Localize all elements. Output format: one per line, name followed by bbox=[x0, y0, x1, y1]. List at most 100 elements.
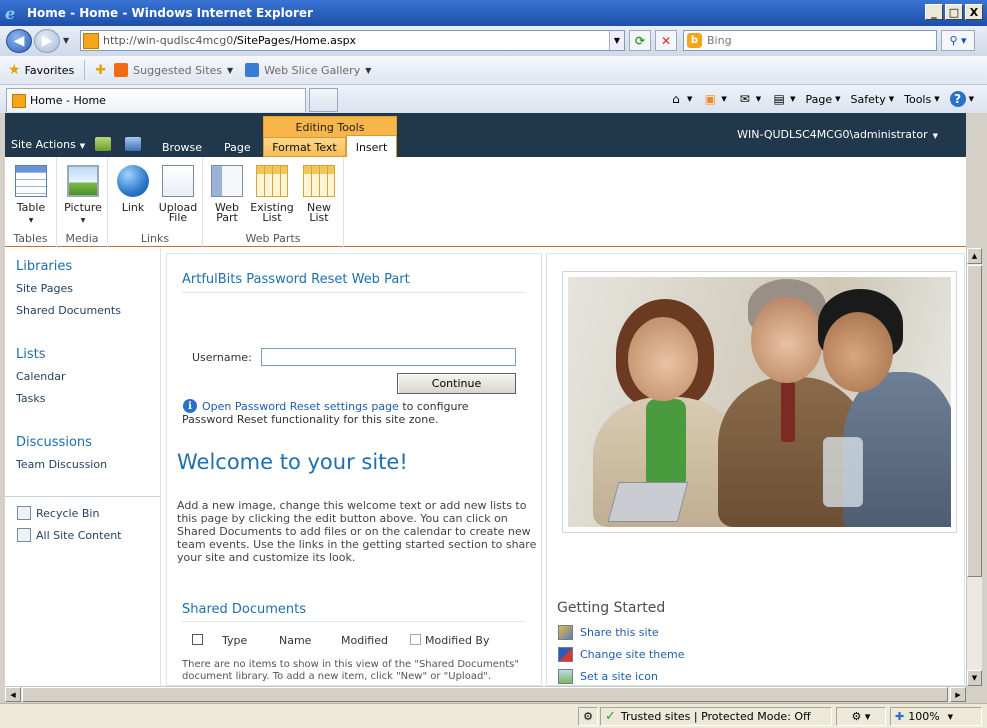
tab-page[interactable]: Page bbox=[224, 137, 251, 157]
web-part-icon bbox=[211, 165, 243, 197]
home-button[interactable]: ⌂ ▼ bbox=[665, 90, 695, 108]
scroll-right-button[interactable]: ▶ bbox=[950, 687, 966, 702]
zoom-level: 100% bbox=[908, 710, 940, 723]
vertical-scroll-thumb[interactable] bbox=[967, 265, 982, 577]
sharepoint-ribbon-header: Site Actions ▼ Browse Page Editing Tools … bbox=[5, 113, 966, 158]
add-favorite-icon[interactable]: ✚ bbox=[95, 63, 106, 78]
tools-menu[interactable]: Tools ▼ bbox=[901, 90, 943, 108]
change-theme-link[interactable]: Change site theme bbox=[580, 648, 685, 661]
browser-tab-home[interactable]: Home - Home bbox=[6, 88, 306, 112]
ql-all-site-content[interactable]: All Site Content bbox=[36, 529, 122, 542]
ql-site-pages[interactable]: Site Pages bbox=[16, 282, 73, 295]
minimize-button[interactable]: _ bbox=[925, 4, 943, 20]
back-button[interactable]: ◀ bbox=[6, 29, 32, 53]
web-slice-dropdown[interactable]: ▼ bbox=[365, 66, 371, 75]
favorites-button[interactable]: Favorites bbox=[25, 64, 75, 77]
ql-lists[interactable]: Lists bbox=[16, 347, 46, 362]
suggested-sites-link[interactable]: Suggested Sites bbox=[133, 64, 222, 77]
shared-documents-rule bbox=[182, 621, 525, 622]
upload-file-icon bbox=[162, 165, 194, 197]
user-menu[interactable]: WIN-QUDLSC4MCG0\administrator ▼ bbox=[737, 128, 938, 141]
welcome-heading: Welcome to your site! bbox=[177, 450, 408, 474]
username-field[interactable] bbox=[261, 348, 516, 366]
site-actions-menu[interactable]: Site Actions ▼ bbox=[11, 138, 85, 151]
link-button[interactable]: Link bbox=[116, 165, 150, 213]
password-reset-settings-link[interactable]: Open Password Reset settings page bbox=[202, 400, 399, 413]
web-part-title[interactable]: ArtfulBits Password Reset Web Part bbox=[182, 272, 410, 287]
search-input[interactable]: b Bing bbox=[683, 30, 937, 51]
tab-format-text[interactable]: Format Text bbox=[263, 137, 346, 157]
table-button-label: Table bbox=[16, 201, 46, 214]
ql-team-discussion[interactable]: Team Discussion bbox=[16, 458, 107, 471]
info-text: Open Password Reset settings page to con… bbox=[182, 400, 512, 426]
team-photo bbox=[568, 277, 951, 527]
new-tab-button[interactable] bbox=[309, 88, 338, 112]
maximize-button[interactable]: □ bbox=[945, 4, 963, 20]
scroll-up-button[interactable]: ▲ bbox=[967, 248, 982, 264]
modified-by-checkbox[interactable] bbox=[410, 634, 421, 645]
select-all-checkbox[interactable] bbox=[192, 634, 203, 645]
protected-mode-settings[interactable]: ⚙ ▾ bbox=[836, 707, 886, 726]
zoom-control[interactable]: ✚ 100% ▼ bbox=[890, 707, 982, 726]
horizontal-scroll-thumb[interactable] bbox=[22, 687, 948, 702]
status-bar: ⚙ ✓ Trusted sites | Protected Mode: Off … bbox=[0, 703, 987, 728]
column-modified[interactable]: Modified bbox=[341, 634, 388, 647]
window-title-bar: e Home - Home - Windows Internet Explore… bbox=[0, 0, 987, 26]
search-button[interactable]: ⚲ ▾ bbox=[941, 30, 975, 51]
editing-tools-label: Editing Tools bbox=[263, 116, 397, 137]
recent-pages-dropdown[interactable]: ▼ bbox=[63, 36, 69, 45]
security-zone[interactable]: ✓ Trusted sites | Protected Mode: Off bbox=[600, 707, 832, 726]
ql-tasks[interactable]: Tasks bbox=[16, 392, 45, 405]
shared-documents-title[interactable]: Shared Documents bbox=[182, 602, 306, 617]
refresh-button[interactable]: ⟳ bbox=[629, 30, 651, 51]
address-dropdown-button[interactable]: ▼ bbox=[609, 31, 624, 50]
edit-page-icon[interactable] bbox=[95, 137, 111, 151]
ql-libraries[interactable]: Libraries bbox=[16, 259, 72, 274]
safety-menu[interactable]: Safety ▼ bbox=[848, 90, 898, 108]
picture-button[interactable]: Picture ▼ bbox=[63, 165, 103, 226]
tab-insert[interactable]: Insert bbox=[346, 135, 397, 158]
web-slice-gallery-link[interactable]: Web Slice Gallery bbox=[264, 64, 360, 77]
feeds-button[interactable]: ▣ ▼ bbox=[699, 90, 729, 108]
close-button[interactable]: X bbox=[965, 4, 983, 20]
ql-calendar[interactable]: Calendar bbox=[16, 370, 65, 383]
trusted-check-icon: ✓ bbox=[605, 709, 616, 724]
column-modified-by[interactable]: Modified By bbox=[425, 634, 490, 647]
print-button[interactable]: ▤ ▼ bbox=[768, 90, 798, 108]
help-icon: ? bbox=[949, 91, 966, 107]
ql-separator bbox=[5, 496, 160, 497]
rss-icon: ▣ bbox=[704, 92, 716, 106]
mail-button[interactable]: ✉ ▼ bbox=[734, 90, 764, 108]
address-field[interactable]: http://win-qudlsc4mcg0 /SitePages/Home.a… bbox=[80, 30, 625, 51]
web-part-button[interactable]: Web Part bbox=[210, 165, 244, 223]
column-type[interactable]: Type bbox=[222, 634, 247, 647]
continue-button[interactable]: Continue bbox=[397, 373, 516, 394]
new-list-button[interactable]: New List bbox=[302, 165, 336, 223]
navigate-up-icon[interactable] bbox=[125, 137, 141, 151]
new-list-label-2: List bbox=[309, 211, 329, 224]
horizontal-scrollbar[interactable]: ◀ ▶ bbox=[5, 686, 966, 702]
ql-recycle-bin[interactable]: Recycle Bin bbox=[36, 507, 99, 520]
scroll-down-button[interactable]: ▼ bbox=[967, 670, 982, 686]
security-status-icon[interactable]: ⚙ bbox=[578, 707, 598, 726]
existing-list-button[interactable]: Existing List bbox=[250, 165, 294, 223]
table-button[interactable]: Table ▼ bbox=[14, 165, 48, 226]
tab-browse[interactable]: Browse bbox=[162, 137, 202, 157]
column-name[interactable]: Name bbox=[279, 634, 311, 647]
left-web-part-zone: ArtfulBits Password Reset Web Part Usern… bbox=[166, 253, 542, 686]
vertical-scrollbar[interactable]: ▲ ▼ bbox=[966, 248, 982, 686]
welcome-body: Add a new image, change this welcome tex… bbox=[177, 499, 537, 564]
ql-discussions[interactable]: Discussions bbox=[16, 435, 92, 450]
upload-file-button[interactable]: Upload File bbox=[158, 165, 198, 223]
page-menu[interactable]: Page ▼ bbox=[803, 90, 844, 108]
share-site-link[interactable]: Share this site bbox=[580, 626, 659, 639]
existing-list-icon bbox=[256, 165, 288, 197]
ql-shared-documents[interactable]: Shared Documents bbox=[16, 304, 121, 317]
forward-button[interactable]: ▶ bbox=[34, 29, 60, 53]
suggested-sites-dropdown[interactable]: ▼ bbox=[227, 66, 233, 75]
set-site-icon-link[interactable]: Set a site icon bbox=[580, 670, 658, 683]
suggested-sites-icon bbox=[114, 63, 129, 77]
help-button[interactable]: ? ▼ bbox=[947, 90, 977, 108]
scroll-left-button[interactable]: ◀ bbox=[5, 687, 21, 702]
stop-button[interactable]: ✕ bbox=[655, 30, 677, 51]
